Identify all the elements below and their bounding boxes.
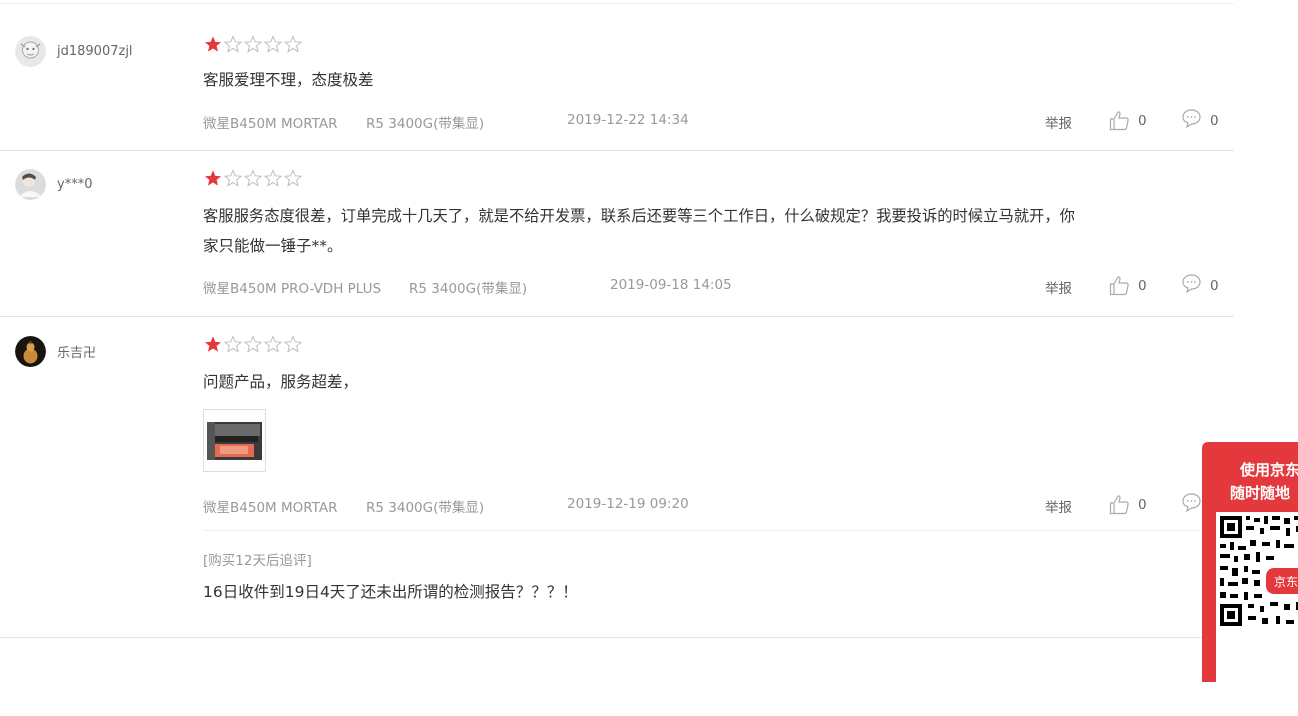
like-count: 0 xyxy=(1138,112,1147,129)
username: 乐吉卍 xyxy=(57,346,97,361)
comment-icon xyxy=(1182,109,1201,129)
review-item: y***0 客服服务态度很差，订单完成十几天了，就是不给开发票，联系后还要等三个… xyxy=(0,151,1234,317)
review-photo xyxy=(206,412,263,469)
username: y***0 xyxy=(57,177,93,192)
review-content: 客服服务态度很差，订单完成十几天了，就是不给开发票，联系后还要等三个工作日，什么… xyxy=(203,201,1213,261)
user-avatar[interactable] xyxy=(15,36,46,67)
reply-button[interactable]: 0 xyxy=(1181,108,1219,129)
qr-code: 京东 xyxy=(1216,512,1298,712)
star-filled-icon xyxy=(204,36,222,52)
app-download-panel[interactable]: 使用京东 随时随地 京东 xyxy=(1202,442,1298,712)
star-empty-icon xyxy=(263,35,283,53)
reply-button[interactable] xyxy=(1181,492,1202,513)
like-count: 0 xyxy=(1138,277,1147,294)
star-empty-icon xyxy=(223,169,243,187)
report-link[interactable]: 举报 xyxy=(1045,496,1072,516)
like-count: 0 xyxy=(1138,496,1147,513)
user-avatar[interactable] xyxy=(15,169,46,200)
star-empty-icon xyxy=(283,35,303,53)
star-empty-icon xyxy=(223,35,243,53)
followup-content: 16日收件到19日4天了还未出所谓的检测报告？？？！ xyxy=(203,583,578,601)
username: jd189007zjl xyxy=(57,44,133,59)
star-empty-icon xyxy=(243,335,263,353)
review-content-line: 客服服务态度很差，订单完成十几天了，就是不给开发票，联系后还要等三个工作日，什么… xyxy=(203,207,1075,225)
star-empty-icon xyxy=(223,335,243,353)
review-item: jd189007zjl 客服爱理不理，态度极差 微星B450M MORTAR R… xyxy=(0,4,1234,151)
review-content-line: 家只能做一锤子**。 xyxy=(203,237,343,255)
review-content: 客服爱理不理，态度极差 xyxy=(203,71,374,89)
followup-label: [购买12天后追评] xyxy=(203,553,312,569)
product-spec-model: 微星B450M MORTAR xyxy=(203,116,338,132)
comment-icon xyxy=(1182,493,1201,513)
review-date: 2019-12-22 14:34 xyxy=(567,112,689,128)
review-user: y***0 xyxy=(15,169,92,200)
review-date: 2019-12-19 09:20 xyxy=(567,496,689,512)
star-filled-icon xyxy=(204,170,222,186)
panel-title-line2: 随时随地 xyxy=(1230,484,1291,502)
report-link[interactable]: 举报 xyxy=(1045,112,1072,132)
star-empty-icon xyxy=(243,169,263,187)
star-rating xyxy=(203,35,303,54)
star-empty-icon xyxy=(283,169,303,187)
star-empty-icon xyxy=(263,169,283,187)
review-image-thumbnail[interactable] xyxy=(203,409,266,472)
product-spec-cpu: R5 3400G(带集显) xyxy=(366,116,485,132)
panel-title-line1: 使用京东 xyxy=(1240,461,1298,479)
review-item: 乐吉卍 问题产品，服务超差， 微星B450M MORTAR R5 3400G(带… xyxy=(0,317,1234,638)
report-link[interactable]: 举报 xyxy=(1045,277,1072,297)
brand-mark: 京东 xyxy=(1274,575,1298,589)
product-spec-cpu: R5 3400G(带集显) xyxy=(409,281,528,297)
comment-icon xyxy=(1182,274,1201,294)
qr-code-icon: 京东 xyxy=(1216,512,1298,712)
star-empty-icon xyxy=(283,335,303,353)
star-rating xyxy=(203,169,303,188)
user-avatar[interactable] xyxy=(15,336,46,367)
product-spec-cpu: R5 3400G(带集显) xyxy=(366,500,485,516)
like-button[interactable]: 0 xyxy=(1109,275,1147,296)
star-empty-icon xyxy=(243,35,263,53)
reply-button[interactable]: 0 xyxy=(1181,273,1219,294)
review-content: 问题产品，服务超差， xyxy=(203,373,359,391)
like-icon xyxy=(1109,495,1129,515)
reply-count: 0 xyxy=(1210,277,1219,294)
reply-count: 0 xyxy=(1210,112,1219,129)
product-spec-model: 微星B450M PRO-VDH PLUS xyxy=(203,281,382,297)
like-icon xyxy=(1109,111,1129,131)
product-spec-model: 微星B450M MORTAR xyxy=(203,500,338,516)
like-button[interactable]: 0 xyxy=(1109,110,1147,131)
star-empty-icon xyxy=(263,335,283,353)
review-user: 乐吉卍 xyxy=(15,336,96,367)
review-date: 2019-09-18 14:05 xyxy=(610,277,732,293)
star-rating xyxy=(203,335,303,354)
star-filled-icon xyxy=(204,336,222,352)
followup-divider xyxy=(203,530,1234,531)
like-icon xyxy=(1109,276,1129,296)
review-user: jd189007zjl xyxy=(15,36,133,67)
like-button[interactable]: 0 xyxy=(1109,494,1147,515)
